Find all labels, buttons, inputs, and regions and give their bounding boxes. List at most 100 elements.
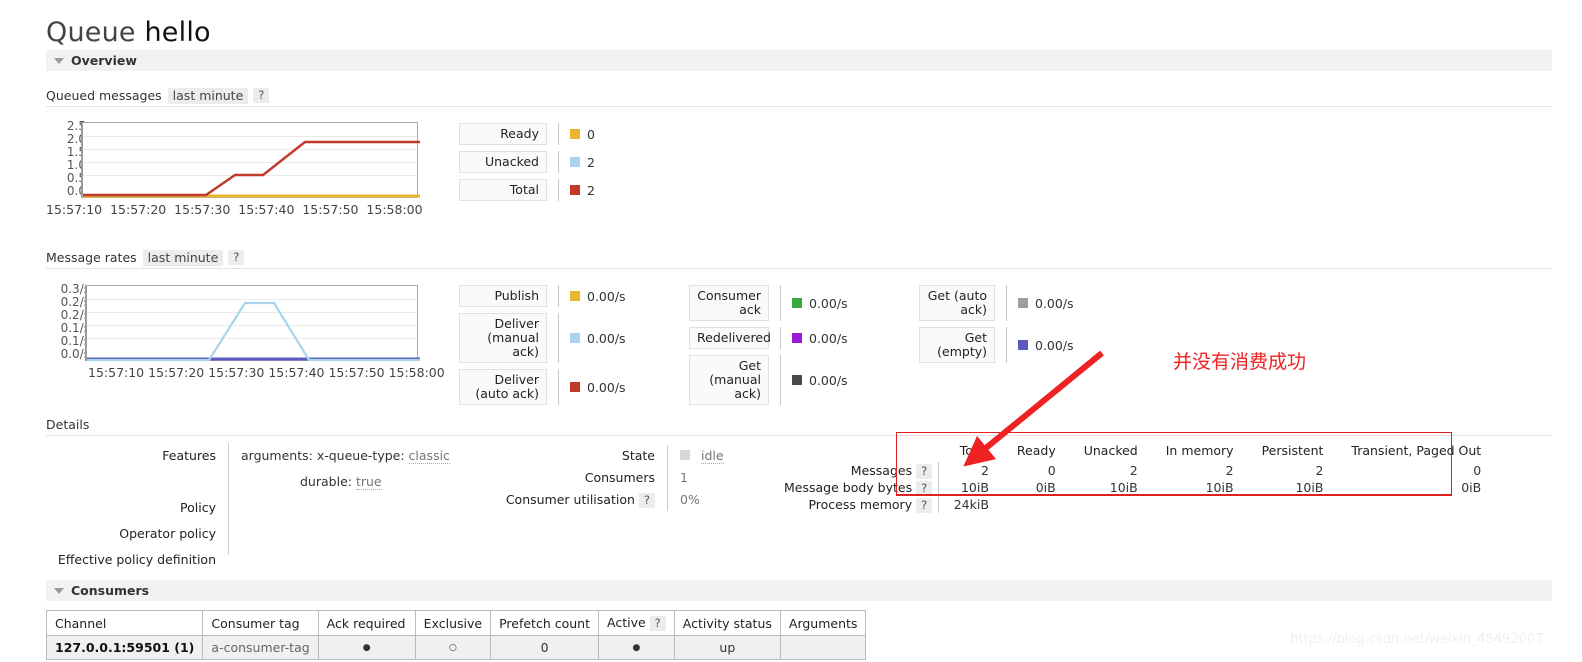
legend-label-ready[interactable]: Ready xyxy=(459,123,547,145)
message-rates-title: Message rates xyxy=(46,250,137,265)
page-title-prefix: Queue xyxy=(46,17,136,48)
details-title: Details xyxy=(46,417,90,432)
consumer-utilisation-help-icon[interactable]: ? xyxy=(638,493,655,508)
details-key-features: Features xyxy=(162,448,216,463)
details-key-consumer-utilisation: Consumer utilisation ? xyxy=(500,489,655,511)
queued-messages-chart: 2.5 2.0 1.5 1.0 0.5 0.0 15:57:10 15:57:2… xyxy=(46,120,426,220)
legend-divider xyxy=(780,355,781,405)
section-header-consumers[interactable]: Consumers xyxy=(46,580,1552,601)
consumer-channel[interactable]: 127.0.0.1:59501 (1) xyxy=(45,635,204,660)
legend-divider xyxy=(558,285,559,307)
details-state-values: idle 1 0% xyxy=(680,445,724,511)
consumers-col-consumer-tag[interactable]: Consumer tag xyxy=(202,610,319,636)
legend-swatch-deliver-auto-ack xyxy=(570,382,580,392)
annotation-strikethrough-line xyxy=(896,494,1452,496)
consumers-col-ack-required[interactable]: Ack required xyxy=(317,610,416,636)
legend-row: Consumer ack 0.00/s xyxy=(689,285,848,321)
queued-messages-y-axis: 2.5 2.0 1.5 1.0 0.5 0.0 xyxy=(66,119,86,198)
stat-row-key-messages: Messages xyxy=(850,463,913,478)
table-row: Process memory ? 24kiB xyxy=(770,496,1495,513)
details-durable-value: true xyxy=(355,474,382,490)
legend-row: Deliver (auto ack) 0.00/s xyxy=(459,369,626,405)
stat-messages-persistent: 2 xyxy=(1315,463,1324,478)
legend-label-get-manual-ack[interactable]: Get (manual ack) xyxy=(689,355,769,405)
message-rates-legend-col1: Publish 0.00/s Deliver (manual ack) 0.00… xyxy=(459,285,626,411)
message-rates-help-icon[interactable]: ? xyxy=(228,250,245,265)
section-header-overview[interactable]: Overview xyxy=(46,50,1552,71)
watermark: https://blog.csdn.net/weixin_45492007 xyxy=(1290,632,1544,647)
section-label-consumers: Consumers xyxy=(71,583,150,598)
legend-label-get-auto-ack[interactable]: Get (auto ack) xyxy=(919,285,995,321)
stat-row-key-message-body-bytes: Message body bytes xyxy=(784,480,913,495)
details-arguments-label: arguments: xyxy=(241,448,313,463)
message-rates-plot-area xyxy=(85,285,420,362)
page-title: Queue hello xyxy=(46,17,211,48)
details-key-policy: Policy xyxy=(180,500,216,515)
stat-messages-transient-paged-out: 0 xyxy=(1473,463,1482,478)
legend-label-deliver-manual-ack[interactable]: Deliver (manual ack) xyxy=(459,313,547,363)
queued-messages-help-icon[interactable]: ? xyxy=(253,88,270,103)
consumers-table-header-row: Channel Consumer tag Ack required Exclus… xyxy=(45,610,867,636)
details-value-state: idle xyxy=(700,448,724,464)
process-memory-help-icon[interactable]: ? xyxy=(916,497,933,513)
message-rates-header: Message rates last minute ? xyxy=(46,250,1552,269)
details-features-divider xyxy=(228,443,229,555)
stat-col-transient-paged-out: Transient, Paged Out xyxy=(1351,443,1482,458)
messages-help-icon[interactable]: ? xyxy=(916,463,933,479)
legend-divider xyxy=(558,179,559,201)
legend-value-get-auto-ack: 0.00/s xyxy=(1035,295,1074,311)
consumers-col-prefetch-count[interactable]: Prefetch count xyxy=(490,610,599,636)
legend-value-get-manual-ack: 0.00/s xyxy=(809,372,848,388)
details-value-consumer-utilisation: 0% xyxy=(680,492,700,507)
message-rates-range-chip[interactable]: last minute xyxy=(142,250,224,266)
details-key-state: State xyxy=(621,448,655,463)
consumer-arguments xyxy=(779,635,867,660)
legend-row: Publish 0.00/s xyxy=(459,285,626,307)
consumers-col-active[interactable]: Active ? xyxy=(598,610,675,636)
annotation-text: 并没有消费成功 xyxy=(1173,351,1307,373)
queued-messages-range-chip[interactable]: last minute xyxy=(167,88,249,104)
queued-messages-series-svg xyxy=(83,140,420,198)
stat-process-memory-value: 24kiB xyxy=(953,497,989,512)
details-key-effective-policy: Effective policy definition xyxy=(57,552,216,567)
legend-label-deliver-auto-ack[interactable]: Deliver (auto ack) xyxy=(459,369,547,405)
legend-label-total[interactable]: Total xyxy=(459,179,547,201)
legend-row: Deliver (manual ack) 0.00/s xyxy=(459,313,626,363)
consumers-col-activity-status[interactable]: Activity status xyxy=(673,610,781,636)
legend-value-publish: 0.00/s xyxy=(587,288,626,304)
consumers-col-exclusive[interactable]: Exclusive xyxy=(414,610,492,636)
state-swatch-idle xyxy=(680,450,690,460)
legend-value-deliver-manual-ack: 0.00/s xyxy=(587,330,626,346)
details-state-group: State Consumers Consumer utilisation ? i… xyxy=(500,445,724,511)
legend-label-consumer-ack[interactable]: Consumer ack xyxy=(689,285,769,321)
legend-value-ready: 0 xyxy=(587,126,595,142)
legend-row: Get (manual ack) 0.00/s xyxy=(689,355,848,405)
queued-messages-plot-area xyxy=(81,122,420,198)
queued-messages-legend: Ready 0 Unacked 2 Total 2 xyxy=(459,123,595,207)
table-row[interactable]: 127.0.0.1:59501 (1) a-consumer-tag ● ○ 0… xyxy=(45,635,867,660)
legend-label-redelivered[interactable]: Redelivered xyxy=(689,327,771,349)
consumer-prefetch-count: 0 xyxy=(490,635,599,660)
consumer-activity-status: up xyxy=(673,635,781,660)
queued-messages-header: Queued messages last minute ? xyxy=(46,88,1552,107)
legend-swatch-redelivered xyxy=(792,333,802,343)
legend-swatch-get-auto-ack xyxy=(1018,298,1028,308)
consumers-col-channel[interactable]: Channel xyxy=(45,610,204,636)
details-features-keys: Features Policy Operator policy Effectiv… xyxy=(46,443,216,573)
message-rates-chart: 0.3/s 0.2/s 0.2/s 0.1/s 0.1/s 0.0/s 15:5… xyxy=(46,283,445,383)
queued-messages-title: Queued messages xyxy=(46,88,162,103)
stat-row-key-process-memory: Process memory xyxy=(808,497,913,512)
consumers-col-arguments[interactable]: Arguments xyxy=(779,610,867,636)
legend-label-publish[interactable]: Publish xyxy=(459,285,547,307)
legend-swatch-publish xyxy=(570,291,580,301)
chevron-down-icon xyxy=(54,57,64,64)
consumer-exclusive: ○ xyxy=(414,635,492,660)
legend-divider xyxy=(1006,285,1007,321)
legend-label-unacked[interactable]: Unacked xyxy=(459,151,547,173)
legend-divider xyxy=(558,369,559,405)
queued-messages-x-axis: 15:57:10 15:57:20 15:57:30 15:57:40 15:5… xyxy=(46,202,423,217)
details-durable-label: durable: xyxy=(300,474,352,489)
legend-divider xyxy=(780,327,781,349)
active-help-icon[interactable]: ? xyxy=(649,616,666,631)
consumers-table: Channel Consumer tag Ack required Exclus… xyxy=(45,610,867,660)
